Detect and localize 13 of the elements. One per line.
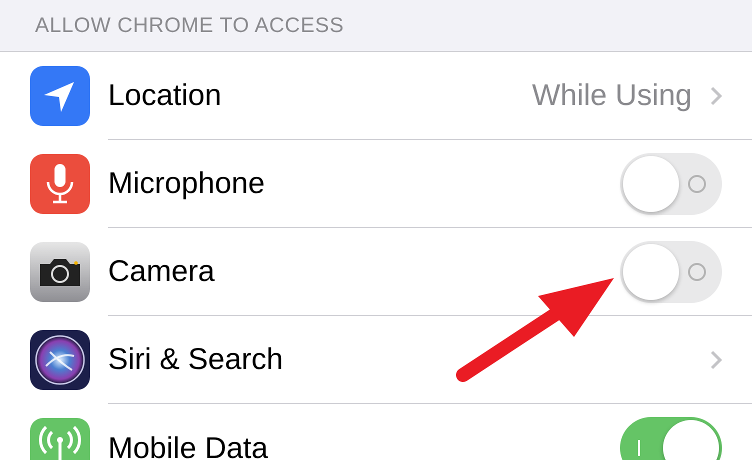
row-label[interactable]: Location [108, 73, 532, 118]
microphone-icon [30, 154, 90, 214]
value-text: While Using [532, 78, 692, 114]
chevron-icon [710, 86, 722, 106]
chevron-icon [710, 350, 722, 370]
section-header: ALLOW CHROME TO ACCESS [35, 12, 344, 39]
row-label[interactable]: Siri & Search [108, 337, 710, 382]
camera-icon [30, 242, 90, 302]
row-label[interactable]: Mobile Data [108, 426, 620, 460]
siri-icon [30, 330, 90, 390]
row-label[interactable]: Microphone [108, 161, 620, 206]
antenna-icon [30, 418, 90, 460]
row-label[interactable]: Camera [108, 249, 620, 294]
